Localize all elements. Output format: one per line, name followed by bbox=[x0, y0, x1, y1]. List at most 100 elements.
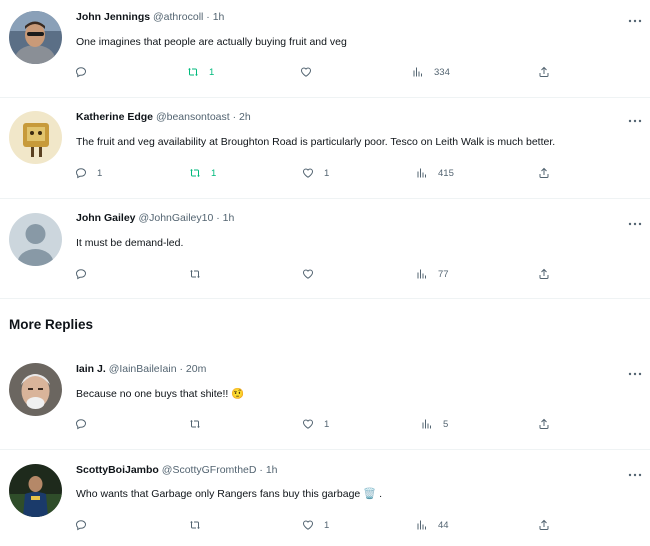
like-icon bbox=[302, 419, 314, 429]
tweet[interactable]: John Jennings @athrocoll · 1h One imagin… bbox=[0, 0, 650, 97]
author-name[interactable]: John Jennings bbox=[76, 11, 150, 23]
like-button[interactable]: 1 bbox=[302, 518, 329, 532]
more-icon[interactable] bbox=[627, 217, 643, 231]
author-handle[interactable]: @beansontoast bbox=[156, 111, 230, 123]
like-count: 1 bbox=[324, 418, 330, 430]
retweet-icon bbox=[190, 420, 200, 428]
retweet-icon bbox=[190, 521, 200, 529]
tweet[interactable]: Iain J. @IainBaileIain · 20m Because no … bbox=[0, 350, 650, 449]
more-icon[interactable] bbox=[627, 114, 643, 128]
retweet-button[interactable] bbox=[189, 417, 211, 431]
share-icon bbox=[539, 519, 549, 530]
tweet[interactable]: ScottyBoiJambo @ScottyGFromtheD · 1h Who… bbox=[0, 450, 650, 546]
reply-count: 1 bbox=[97, 167, 103, 179]
author-handle[interactable]: @JohnGailey10 bbox=[138, 212, 213, 224]
avatar[interactable] bbox=[9, 363, 62, 416]
author-handle[interactable]: @IainBaileIain bbox=[109, 363, 177, 375]
views-icon bbox=[417, 269, 426, 279]
share-button[interactable] bbox=[538, 166, 550, 180]
timestamp[interactable]: 1h bbox=[213, 11, 225, 23]
views-icon bbox=[417, 168, 426, 178]
like-icon bbox=[302, 520, 314, 530]
share-icon bbox=[539, 418, 549, 429]
separator: · bbox=[179, 363, 183, 375]
separator: · bbox=[206, 11, 210, 23]
timestamp[interactable]: 20m bbox=[186, 363, 206, 375]
tweet-text: Because no one buys that shite!! 🤨 bbox=[76, 388, 245, 400]
reply-icon bbox=[75, 269, 87, 280]
avatar[interactable] bbox=[9, 213, 62, 266]
author-handle[interactable]: @athrocoll bbox=[153, 11, 203, 23]
share-icon bbox=[539, 167, 549, 178]
more-icon[interactable] bbox=[627, 367, 643, 381]
views-count: 415 bbox=[438, 167, 454, 179]
retweet-icon bbox=[190, 270, 200, 278]
views-button[interactable]: 415 bbox=[416, 166, 454, 180]
tweet[interactable]: John Gailey @JohnGailey10 · 1h It must b… bbox=[0, 199, 650, 298]
share-button[interactable] bbox=[538, 518, 550, 532]
retweet-button[interactable] bbox=[189, 518, 211, 532]
more-icon[interactable] bbox=[627, 468, 643, 482]
retweet-button[interactable]: 1 bbox=[187, 65, 214, 79]
views-count: 5 bbox=[443, 418, 449, 430]
tweet-text: Who wants that Garbage only Rangers fans… bbox=[76, 488, 383, 500]
reply-button[interactable] bbox=[75, 65, 97, 79]
separator: · bbox=[232, 111, 237, 123]
like-button[interactable]: 1 bbox=[302, 166, 329, 180]
views-button[interactable]: 5 bbox=[421, 417, 448, 431]
views-icon bbox=[422, 419, 431, 429]
like-icon bbox=[300, 67, 312, 77]
timestamp[interactable]: 1h bbox=[266, 464, 278, 476]
views-icon bbox=[417, 520, 426, 530]
reply-icon bbox=[75, 168, 87, 179]
reply-button[interactable] bbox=[75, 267, 97, 281]
reply-button[interactable] bbox=[75, 518, 97, 532]
author-name[interactable]: Iain J. bbox=[76, 363, 106, 375]
like-icon bbox=[302, 269, 314, 279]
share-icon bbox=[539, 268, 549, 279]
share-button[interactable] bbox=[538, 417, 550, 431]
reply-button[interactable]: 1 bbox=[75, 166, 102, 180]
retweet-count: 1 bbox=[209, 66, 215, 78]
tweet[interactable]: Katherine Edge @beansontoast · 2h The fr… bbox=[0, 98, 650, 198]
reply-icon bbox=[75, 520, 87, 531]
tweet-text: The fruit and veg availability at Brough… bbox=[76, 136, 556, 148]
divider bbox=[0, 298, 650, 299]
like-button[interactable] bbox=[300, 65, 322, 79]
share-button[interactable] bbox=[538, 267, 550, 281]
timestamp[interactable]: 1h bbox=[223, 212, 235, 224]
tweet-text: It must be demand-led. bbox=[76, 237, 184, 249]
share-button[interactable] bbox=[538, 65, 550, 79]
tweet-text: One imagines that people are actually bu… bbox=[76, 36, 347, 48]
author-name[interactable]: ScottyBoiJambo bbox=[76, 464, 159, 476]
retweet-button[interactable]: 1 bbox=[189, 166, 216, 180]
retweet-button[interactable] bbox=[189, 267, 211, 281]
views-button[interactable]: 334 bbox=[412, 65, 450, 79]
author-name[interactable]: Katherine Edge bbox=[76, 111, 153, 123]
retweet-icon bbox=[188, 68, 198, 76]
avatar[interactable] bbox=[9, 464, 62, 517]
views-count: 44 bbox=[438, 519, 449, 531]
avatar[interactable] bbox=[9, 111, 62, 164]
like-count: 1 bbox=[324, 519, 330, 531]
more-icon[interactable] bbox=[627, 14, 643, 28]
like-count: 1 bbox=[324, 167, 330, 179]
like-button[interactable]: 1 bbox=[302, 417, 329, 431]
author-handle[interactable]: @ScottyGFromtheD bbox=[162, 464, 257, 476]
like-button[interactable] bbox=[302, 267, 324, 281]
share-icon bbox=[539, 66, 549, 77]
separator: · bbox=[259, 464, 263, 476]
views-button[interactable]: 77 bbox=[416, 267, 449, 281]
views-button[interactable]: 44 bbox=[416, 518, 449, 532]
avatar[interactable] bbox=[9, 11, 62, 64]
views-count: 77 bbox=[438, 268, 449, 280]
separator: · bbox=[216, 212, 220, 224]
timestamp[interactable]: 2h bbox=[239, 111, 251, 123]
more-replies-heading: More Replies bbox=[9, 317, 94, 332]
views-count: 334 bbox=[434, 66, 450, 78]
author-name[interactable]: John Gailey bbox=[76, 212, 136, 224]
views-icon bbox=[413, 67, 422, 77]
retweet-icon bbox=[190, 169, 200, 177]
reply-button[interactable] bbox=[75, 417, 97, 431]
reply-icon bbox=[75, 67, 87, 78]
